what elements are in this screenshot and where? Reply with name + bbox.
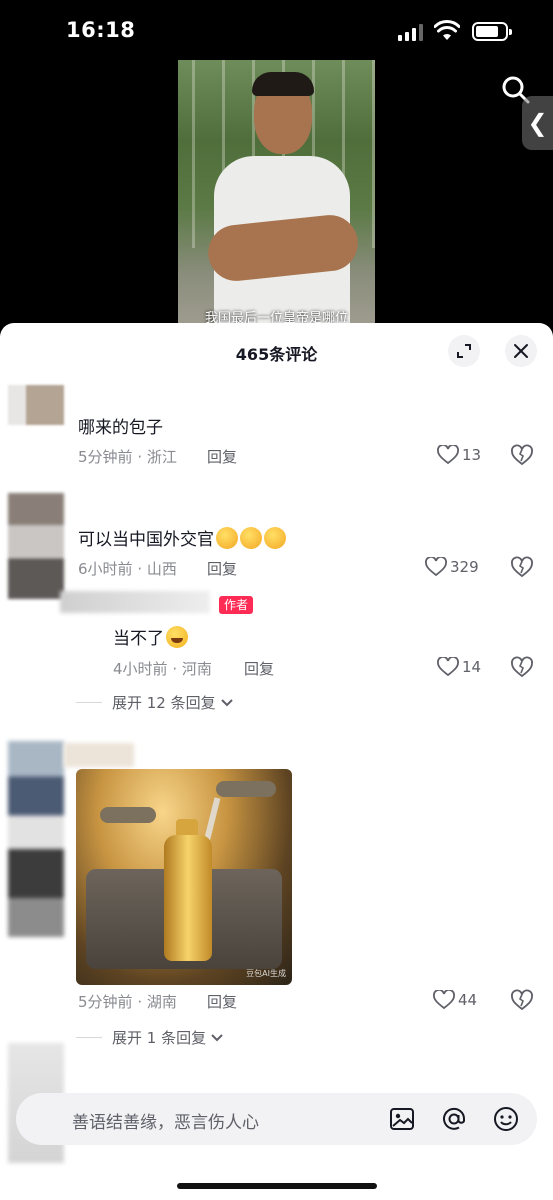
emoji-icon[interactable] — [492, 1105, 520, 1133]
like-button[interactable]: 14 — [437, 655, 481, 679]
heart-icon — [437, 445, 459, 465]
heart-icon — [433, 990, 455, 1010]
reply-button[interactable]: 回复 — [244, 658, 274, 679]
home-indicator — [177, 1183, 377, 1189]
video-frame[interactable]: 我国最后一位皇帝是哪位 — [178, 60, 375, 328]
comment-time: 6小时前 — [78, 560, 133, 578]
reply-button[interactable]: 回复 — [207, 991, 237, 1012]
thumbs-up-emoji-icon — [240, 527, 262, 549]
reply-meta: 4小时前 · 河南 — [113, 660, 212, 678]
like-button[interactable]: 329 — [425, 555, 479, 579]
broken-heart-icon[interactable] — [510, 443, 534, 467]
comment-time: 5分钟前 — [78, 448, 133, 466]
author-badge: 作者 — [219, 596, 254, 614]
battery-icon — [472, 22, 512, 41]
heart-icon — [425, 557, 447, 577]
reply-button[interactable]: 回复 — [207, 558, 237, 579]
like-count: 13 — [462, 446, 482, 464]
comment-text: 可以当中国外交官 — [78, 525, 286, 550]
expand-icon — [457, 344, 471, 358]
like-button[interactable]: 44 — [433, 988, 477, 1012]
comment-location: 浙江 — [146, 448, 177, 466]
expand-replies-label: 展开 1 条回复 — [112, 1029, 207, 1047]
broken-heart-icon[interactable] — [510, 988, 534, 1012]
username-blur — [64, 743, 134, 767]
expand-replies-button[interactable]: 展开 12 条回复 — [76, 692, 234, 713]
reply-text-body: 当不了 — [113, 629, 164, 649]
thumbs-up-emoji-icon — [264, 527, 286, 549]
avatar[interactable] — [8, 385, 64, 425]
image-icon[interactable] — [388, 1105, 416, 1133]
mention-icon[interactable] — [440, 1105, 468, 1133]
comment-time: 5分钟前 — [78, 993, 133, 1011]
expand-replies-button[interactable]: 展开 1 条回复 — [76, 1027, 224, 1048]
reply-time: 4小时前 — [113, 660, 168, 678]
reply-location: 河南 — [181, 660, 212, 678]
wifi-icon — [434, 20, 460, 40]
chevron-down-icon — [211, 1033, 223, 1041]
cellular-signal-icon — [398, 24, 424, 41]
image-watermark: 豆包AI生成 — [246, 969, 286, 978]
heart-icon — [437, 657, 459, 677]
chevron-left-icon: ❮ — [527, 109, 548, 137]
close-button[interactable] — [505, 335, 537, 367]
comment-input-bar[interactable]: 善语结善缘，恶言伤人心 — [16, 1093, 537, 1145]
broken-heart-icon[interactable] — [510, 655, 534, 679]
comment-panel: 465条评论 哪来的包子 5分钟前 · 浙江 回复 13 可以当中国外交官 6小… — [0, 323, 553, 1200]
comment-image[interactable]: 豆包AI生成 — [76, 769, 292, 985]
comment-meta: 5分钟前 · 浙江 — [78, 448, 177, 466]
laughing-emoji-icon — [166, 626, 188, 648]
like-count: 44 — [458, 991, 478, 1009]
panel-header: 465条评论 — [0, 323, 553, 379]
like-count: 329 — [450, 558, 479, 576]
close-icon — [514, 344, 528, 358]
chevron-down-icon — [220, 698, 233, 706]
expand-panel-button[interactable] — [448, 335, 480, 367]
comment-text-body: 可以当中国外交官 — [78, 530, 214, 550]
comment-text: 哪来的包子 — [78, 418, 163, 438]
status-bar: 16:18 — [0, 0, 553, 62]
broken-heart-icon[interactable] — [510, 555, 534, 579]
like-button[interactable]: 13 — [437, 443, 481, 467]
status-time: 16:18 — [66, 18, 136, 42]
reply-username — [60, 591, 210, 613]
expand-replies-label: 展开 12 条回复 — [112, 694, 216, 712]
comment-meta: 6小时前 · 山西 — [78, 560, 177, 578]
side-panel-toggle[interactable]: ❮ — [522, 96, 553, 150]
comment-location: 湖南 — [146, 993, 177, 1011]
avatar[interactable] — [8, 493, 64, 599]
comment-input[interactable]: 善语结善缘，恶言伤人心 — [72, 1108, 259, 1133]
comment-location: 山西 — [146, 560, 177, 578]
comment-meta: 5分钟前 · 湖南 — [78, 993, 177, 1011]
avatar[interactable] — [8, 741, 64, 937]
reply-button[interactable]: 回复 — [207, 446, 237, 467]
like-count: 14 — [462, 658, 482, 676]
thumbs-up-emoji-icon — [216, 527, 238, 549]
reply-text: 当不了 — [113, 624, 188, 649]
